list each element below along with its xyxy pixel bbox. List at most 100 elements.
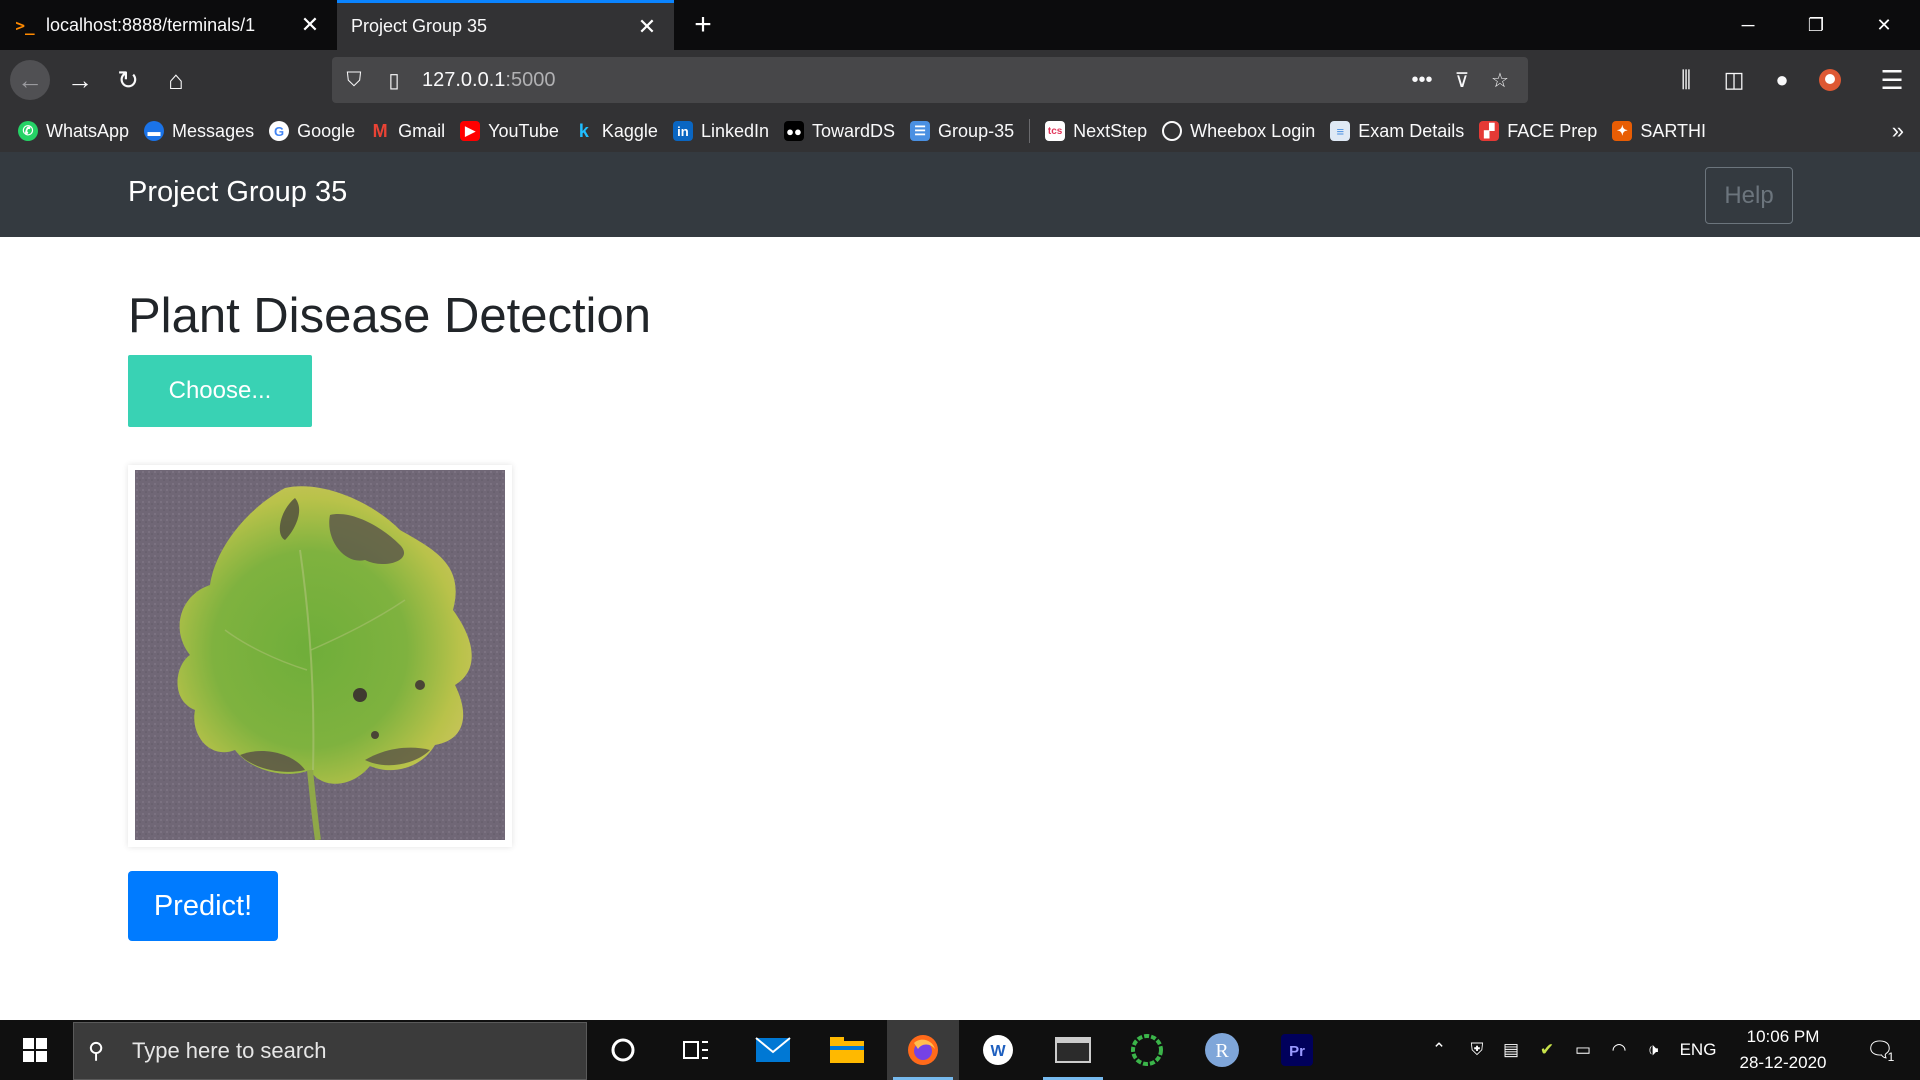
bookmark-whatsapp[interactable]: ✆ WhatsApp [18,121,129,142]
notification-count: 1 [1887,1050,1895,1064]
close-tab-icon[interactable]: ✕ [634,14,660,40]
account-icon[interactable]: ● [1762,60,1802,100]
bookmark-gmail[interactable]: M Gmail [370,121,446,142]
back-button[interactable]: ← [10,60,50,100]
bookmark-kaggle[interactable]: k Kaggle [574,121,658,142]
sidebar-icon[interactable]: ◫ [1714,60,1754,100]
terminal-prompt-icon: >_ [15,15,35,35]
tab-project-group-35[interactable]: Project Group 35 ✕ [337,0,674,50]
leaf-image [135,470,505,840]
extension-duckduckgo-icon[interactable] [1810,60,1850,100]
tab-title: localhost:8888/terminals/1 [46,14,256,35]
pocket-icon[interactable]: ⊽ [1448,66,1476,94]
search-icon: ⚲ [88,1038,105,1063]
task-view-button[interactable] [660,1020,732,1080]
site-navbar: Project Group 35 Help [0,152,1920,237]
home-button[interactable]: ⌂ [156,60,196,100]
spinner-ring-icon [1131,1034,1163,1066]
taskbar-file-explorer[interactable] [811,1020,883,1080]
more-actions-icon[interactable]: ••• [1408,66,1436,94]
system-clock[interactable]: 10:06 PM 28-12-2020 [1728,1024,1838,1076]
bookmark-label: Exam Details [1358,120,1465,141]
messages-icon: ▬ [144,121,165,141]
bookmark-nextstep[interactable]: tcs NextStep [1045,121,1147,142]
battery-icon[interactable]: ▭ [1566,1020,1600,1080]
mail-icon [755,1037,791,1062]
bookmark-star-icon[interactable]: ☆ [1486,66,1514,94]
browser-tab-strip: >_ localhost:8888/terminals/1 ✕ Project … [0,0,1920,50]
taskbar-word-app[interactable]: W [962,1020,1034,1080]
bookmark-label: Group-35 [938,120,1015,141]
choose-file-button[interactable]: Choose... [128,355,312,427]
sync-check-icon[interactable]: ✔ [1530,1020,1564,1080]
taskbar-premiere-pro[interactable]: Pr [1261,1020,1333,1080]
taskbar-mail[interactable] [737,1020,809,1080]
bookmark-group-35[interactable]: ☰ Group-35 [910,121,1014,142]
bookmarks-bar: ✆ WhatsApp ▬ Messages G Google M Gmail ▶… [0,110,1920,152]
predict-button[interactable]: Predict! [128,871,278,941]
task-view-icon [683,1041,708,1059]
clock-time: 10:06 PM [1746,1027,1820,1046]
cortana-button[interactable] [587,1020,659,1080]
new-tab-button[interactable]: + [686,8,720,42]
bookmark-google[interactable]: G Google [269,121,355,142]
taskbar-firefox[interactable] [887,1020,959,1080]
linkedin-icon: in [672,121,693,141]
chevron-double-right-icon[interactable]: » [1892,118,1904,144]
bookmark-label: LinkedIn [700,120,770,141]
tab-title: Project Group 35 [351,16,488,36]
cortana-circle-icon [611,1038,635,1062]
firefox-icon [908,1035,938,1065]
page-info-icon[interactable]: ▯ [380,66,408,94]
svg-text:Pr: Pr [1289,1043,1305,1060]
bookmark-linkedin[interactable]: in LinkedIn [672,120,770,142]
bookmark-youtube[interactable]: ▶ YouTube [460,121,559,142]
minimize-button[interactable]: ─ [1718,0,1778,50]
restore-button[interactable]: ❐ [1786,0,1846,50]
tab-terminals[interactable]: >_ localhost:8888/terminals/1 ✕ [0,0,337,50]
notification-center-button[interactable]: 🗨 1 [1850,1020,1910,1080]
bookmark-label: SARTHI [1640,120,1706,141]
site-brand[interactable]: Project Group 35 [128,176,347,209]
menu-icon[interactable]: ☰ [1872,60,1912,100]
chat-icon: ☰ [910,121,931,141]
security-shield-icon[interactable]: ⛨ [1460,1020,1494,1080]
volume-icon[interactable]: 🕩 [1636,1020,1670,1080]
close-window-button[interactable]: ✕ [1854,0,1914,50]
terminal-icon [1055,1037,1091,1063]
language-indicator[interactable]: ENG [1672,1020,1724,1080]
taskbar-r-app[interactable]: R [1186,1020,1258,1080]
bookmark-sarthi[interactable]: ✦ SARTHI [1612,121,1706,142]
forward-button[interactable]: → [60,60,100,100]
chevron-up-icon[interactable]: ⌃ [1422,1020,1456,1080]
network-adapter-icon[interactable]: ▤ [1494,1020,1528,1080]
wifi-icon[interactable]: ◠ [1602,1020,1636,1080]
help-button[interactable]: Help [1705,167,1793,224]
close-tab-icon[interactable]: ✕ [297,12,323,38]
shield-icon[interactable]: ⛉ [340,66,368,94]
bookmark-wheebox-login[interactable]: Wheebox Login [1162,121,1315,142]
bookmark-label: Kaggle [601,120,658,141]
url-port: :5000 [505,68,556,91]
taskbar-terminal[interactable] [1037,1020,1109,1080]
faceprep-icon: ▞ [1479,121,1500,141]
bookmark-towardds[interactable]: ●● TowardDS [784,121,895,142]
bookmark-messages[interactable]: ▬ Messages [144,121,254,142]
url-text[interactable]: 127.0.0.1:5000 [422,69,555,92]
library-icon[interactable]: ⫼ [1666,60,1706,100]
youtube-icon: ▶ [460,121,481,141]
bookmark-exam-details[interactable]: ≡ Exam Details [1330,121,1464,142]
svg-text:W: W [990,1043,1006,1060]
reload-button[interactable]: ↻ [108,60,148,100]
windows-logo-icon [23,1038,47,1062]
bookmark-face-prep[interactable]: ▞ FACE Prep [1479,121,1597,142]
address-bar[interactable]: ⛉ ▯ 127.0.0.1:5000 ••• ⊽ ☆ [332,57,1528,103]
start-button[interactable] [0,1020,70,1080]
bookmark-label: Wheebox Login [1190,120,1316,141]
r-app-icon: R [1205,1033,1239,1067]
bookmark-label: Google [297,120,356,141]
page-title: Plant Disease Detection [128,289,651,343]
taskbar-search-box[interactable]: ⚲ Type here to search [73,1022,587,1080]
taskbar-loading-app[interactable] [1111,1020,1183,1080]
globe-icon [1162,121,1183,141]
